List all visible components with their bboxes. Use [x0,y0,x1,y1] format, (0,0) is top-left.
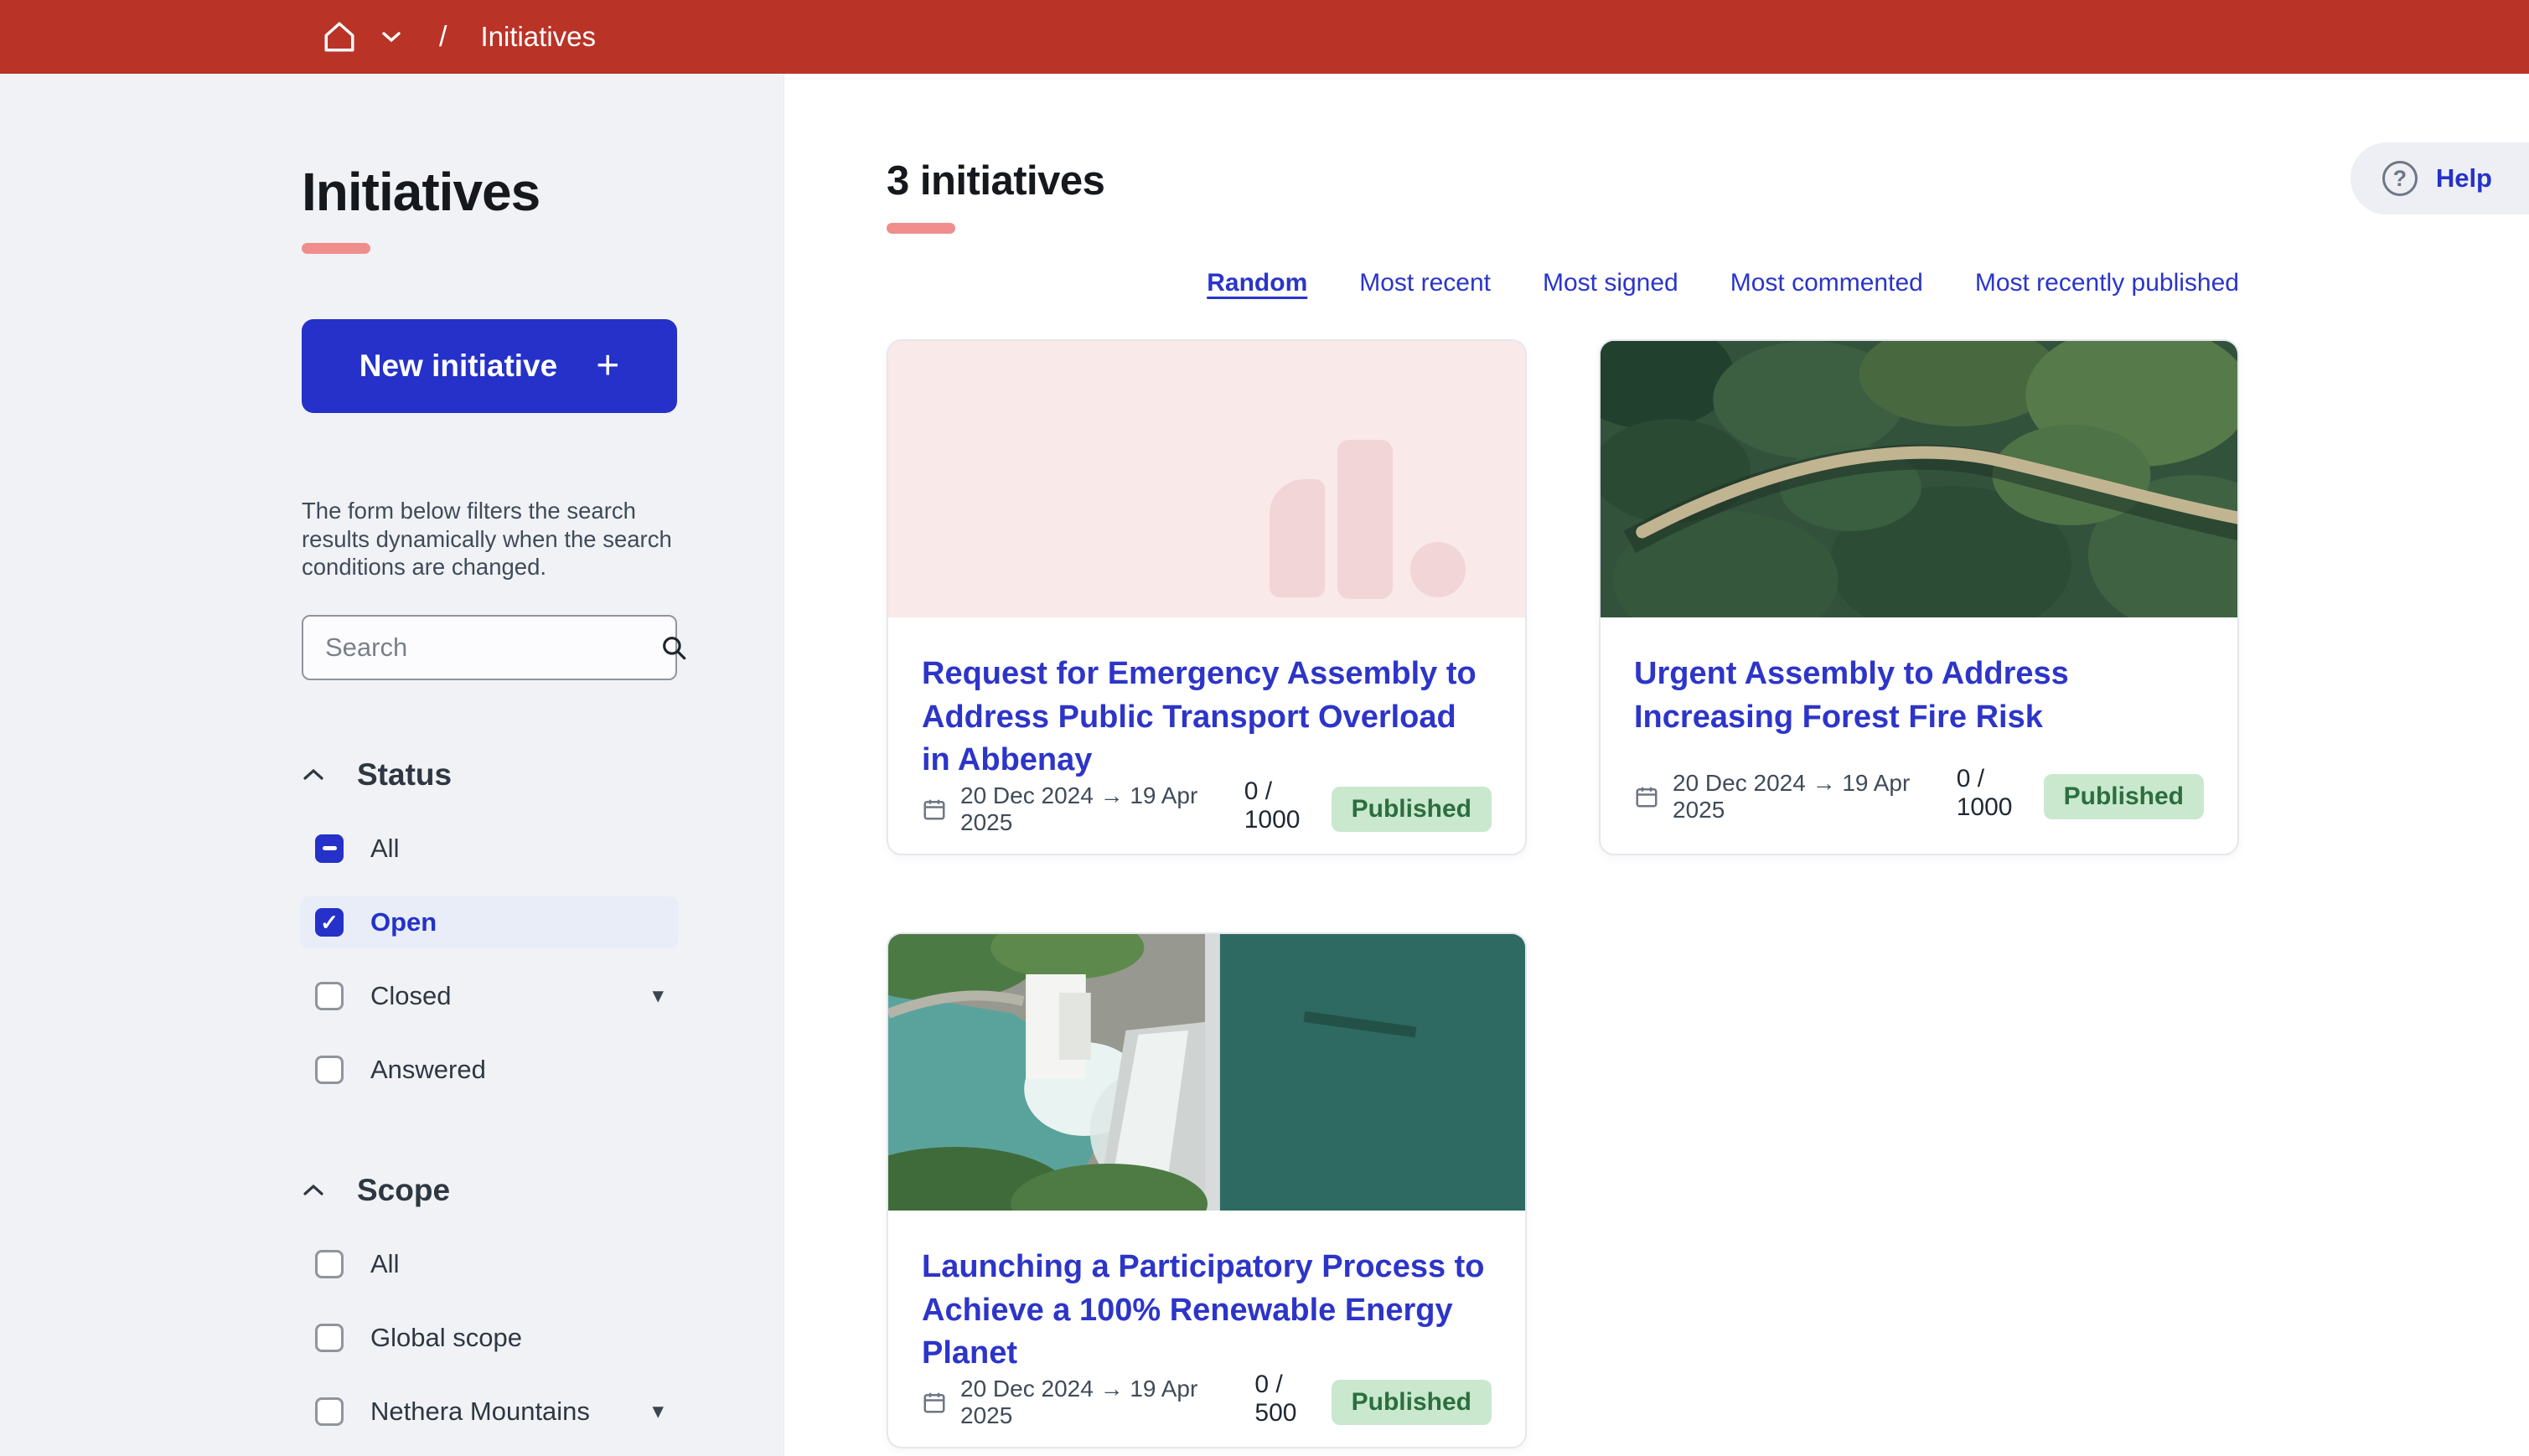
filters-sidebar: Initiatives New initiative + The form be… [0,74,784,1456]
filter-option-label: Answered [370,1055,486,1085]
chevron-up-icon [302,767,325,782]
dropdown-caret-icon[interactable]: ▾ [652,1398,664,1424]
status-badge: Published [1332,787,1492,832]
card-body: Launching a Participatory Process to Ach… [888,1211,1525,1448]
chevron-down-icon[interactable] [380,30,402,44]
main-content: ? Help 3 initiatives Random Most recent … [784,74,2529,1456]
filter-option-scope-all[interactable]: All [300,1238,679,1290]
filter-description: The form below filters the search result… [302,497,680,581]
signature-count: 0 / 1000 [1957,765,2044,822]
initiative-card[interactable]: Launching a Participatory Process to Ach… [887,932,1527,1448]
help-button[interactable]: ? Help [2351,142,2529,214]
breadcrumb: / Initiatives [322,19,596,54]
results-area: 3 initiatives Random Most recent Most si… [887,157,2239,1448]
filter-section-status[interactable]: Status [302,757,676,793]
title-underline [302,243,370,254]
dropdown-caret-icon[interactable]: ▾ [652,983,664,1009]
checkbox-unchecked-icon[interactable] [315,982,344,1010]
initiatives-grid: Request for Emergency Assembly to Addres… [887,339,2239,1448]
search-input[interactable] [325,632,659,663]
filter-option-status-all[interactable]: All [300,823,679,875]
sort-option-most-commented[interactable]: Most commented [1730,269,1923,297]
filter-option-scope-nethera-mountains[interactable]: Nethera Mountains ▾ [300,1386,679,1438]
sort-option-most-recently-published[interactable]: Most recently published [1975,269,2239,297]
initiative-dates: 20 Dec 2024 → 19 Apr 2025 [960,1376,1254,1429]
heading-underline [887,223,955,234]
breadcrumb-current[interactable]: Initiatives [480,21,596,53]
breadcrumb-separator: / [439,21,447,54]
results-count-heading: 3 initiatives [887,157,2239,204]
card-meta: 20 Dec 2024 → 19 Apr 2025 0 / 1000 Publi… [1634,770,2204,824]
filter-option-label: Nethera Mountains [370,1397,590,1427]
filter-option-scope-global[interactable]: Global scope [300,1312,679,1364]
initiative-card-title[interactable]: Launching a Participatory Process to Ach… [922,1246,1492,1376]
sort-option-random[interactable]: Random [1207,269,1307,297]
signature-count: 0 / 500 [1254,1371,1331,1428]
filter-section-title: Scope [357,1173,450,1208]
checkbox-unchecked-icon[interactable] [315,1056,344,1084]
filter-option-label: Closed [370,981,452,1011]
initiative-dates: 20 Dec 2024 → 19 Apr 2025 [1673,770,1957,824]
sort-option-most-signed[interactable]: Most signed [1543,269,1678,297]
filter-option-label: Open [370,907,437,937]
top-navigation-bar: / Initiatives [0,0,2529,74]
dam-aerial-photo [888,934,1525,1211]
help-label: Help [2436,163,2492,194]
placeholder-dot-icon [1410,542,1466,597]
plus-icon: + [596,346,619,386]
calendar-icon [1634,784,1659,809]
initiative-card[interactable]: Request for Emergency Assembly to Addres… [887,339,1527,855]
placeholder-bar-icon [1337,440,1393,599]
status-badge: Published [1332,1380,1492,1425]
signature-count: 0 / 1000 [1244,777,1332,834]
card-body: Urgent Assembly to Address Increasing Fo… [1601,617,2237,854]
new-initiative-label: New initiative [359,349,557,384]
status-badge: Published [2044,774,2204,819]
calendar-icon [922,797,947,822]
sort-option-most-recent[interactable]: Most recent [1359,269,1491,297]
filter-section-title: Status [357,757,452,793]
initiative-dates: 20 Dec 2024 → 19 Apr 2025 [960,782,1244,836]
card-body: Request for Emergency Assembly to Addres… [888,617,1525,855]
question-mark-icon: ? [2382,161,2418,196]
card-meta: 20 Dec 2024 → 19 Apr 2025 0 / 500 Publis… [922,1376,1492,1429]
search-box [302,615,677,680]
forest-aerial-photo [1601,341,2237,617]
initiative-card-title[interactable]: Urgent Assembly to Address Increasing Fo… [1634,653,2204,739]
filter-option-status-open[interactable]: Open [300,896,679,948]
card-meta: 20 Dec 2024 → 19 Apr 2025 0 / 1000 Publi… [922,782,1492,836]
filter-section-scope[interactable]: Scope [302,1173,676,1208]
placeholder-bar-icon [1270,479,1325,597]
page-layout: Initiatives New initiative + The form be… [0,74,2529,1456]
home-icon[interactable] [322,19,357,54]
checkbox-checked-icon[interactable] [315,908,344,937]
chevron-up-icon [302,1183,325,1197]
initiative-card-title[interactable]: Request for Emergency Assembly to Addres… [922,653,1492,782]
initiative-card[interactable]: Urgent Assembly to Address Increasing Fo… [1599,339,2239,855]
filter-option-status-answered[interactable]: Answered [300,1044,679,1096]
checkbox-unchecked-icon[interactable] [315,1324,344,1352]
filter-option-status-closed[interactable]: Closed ▾ [300,970,679,1022]
sort-options-row: Random Most recent Most signed Most comm… [887,269,2239,297]
checkbox-unchecked-icon[interactable] [315,1397,344,1426]
checkbox-indeterminate-icon[interactable] [315,834,344,863]
search-icon[interactable] [659,633,688,662]
placeholder-bar-chart-image [888,341,1525,617]
checkbox-unchecked-icon[interactable] [315,1250,344,1278]
filter-option-label: All [370,1249,399,1279]
filter-option-label: Global scope [370,1323,522,1353]
filter-option-label: All [370,834,399,864]
page-title: Initiatives [302,161,676,223]
new-initiative-button[interactable]: New initiative + [302,319,677,413]
calendar-icon [922,1390,947,1415]
